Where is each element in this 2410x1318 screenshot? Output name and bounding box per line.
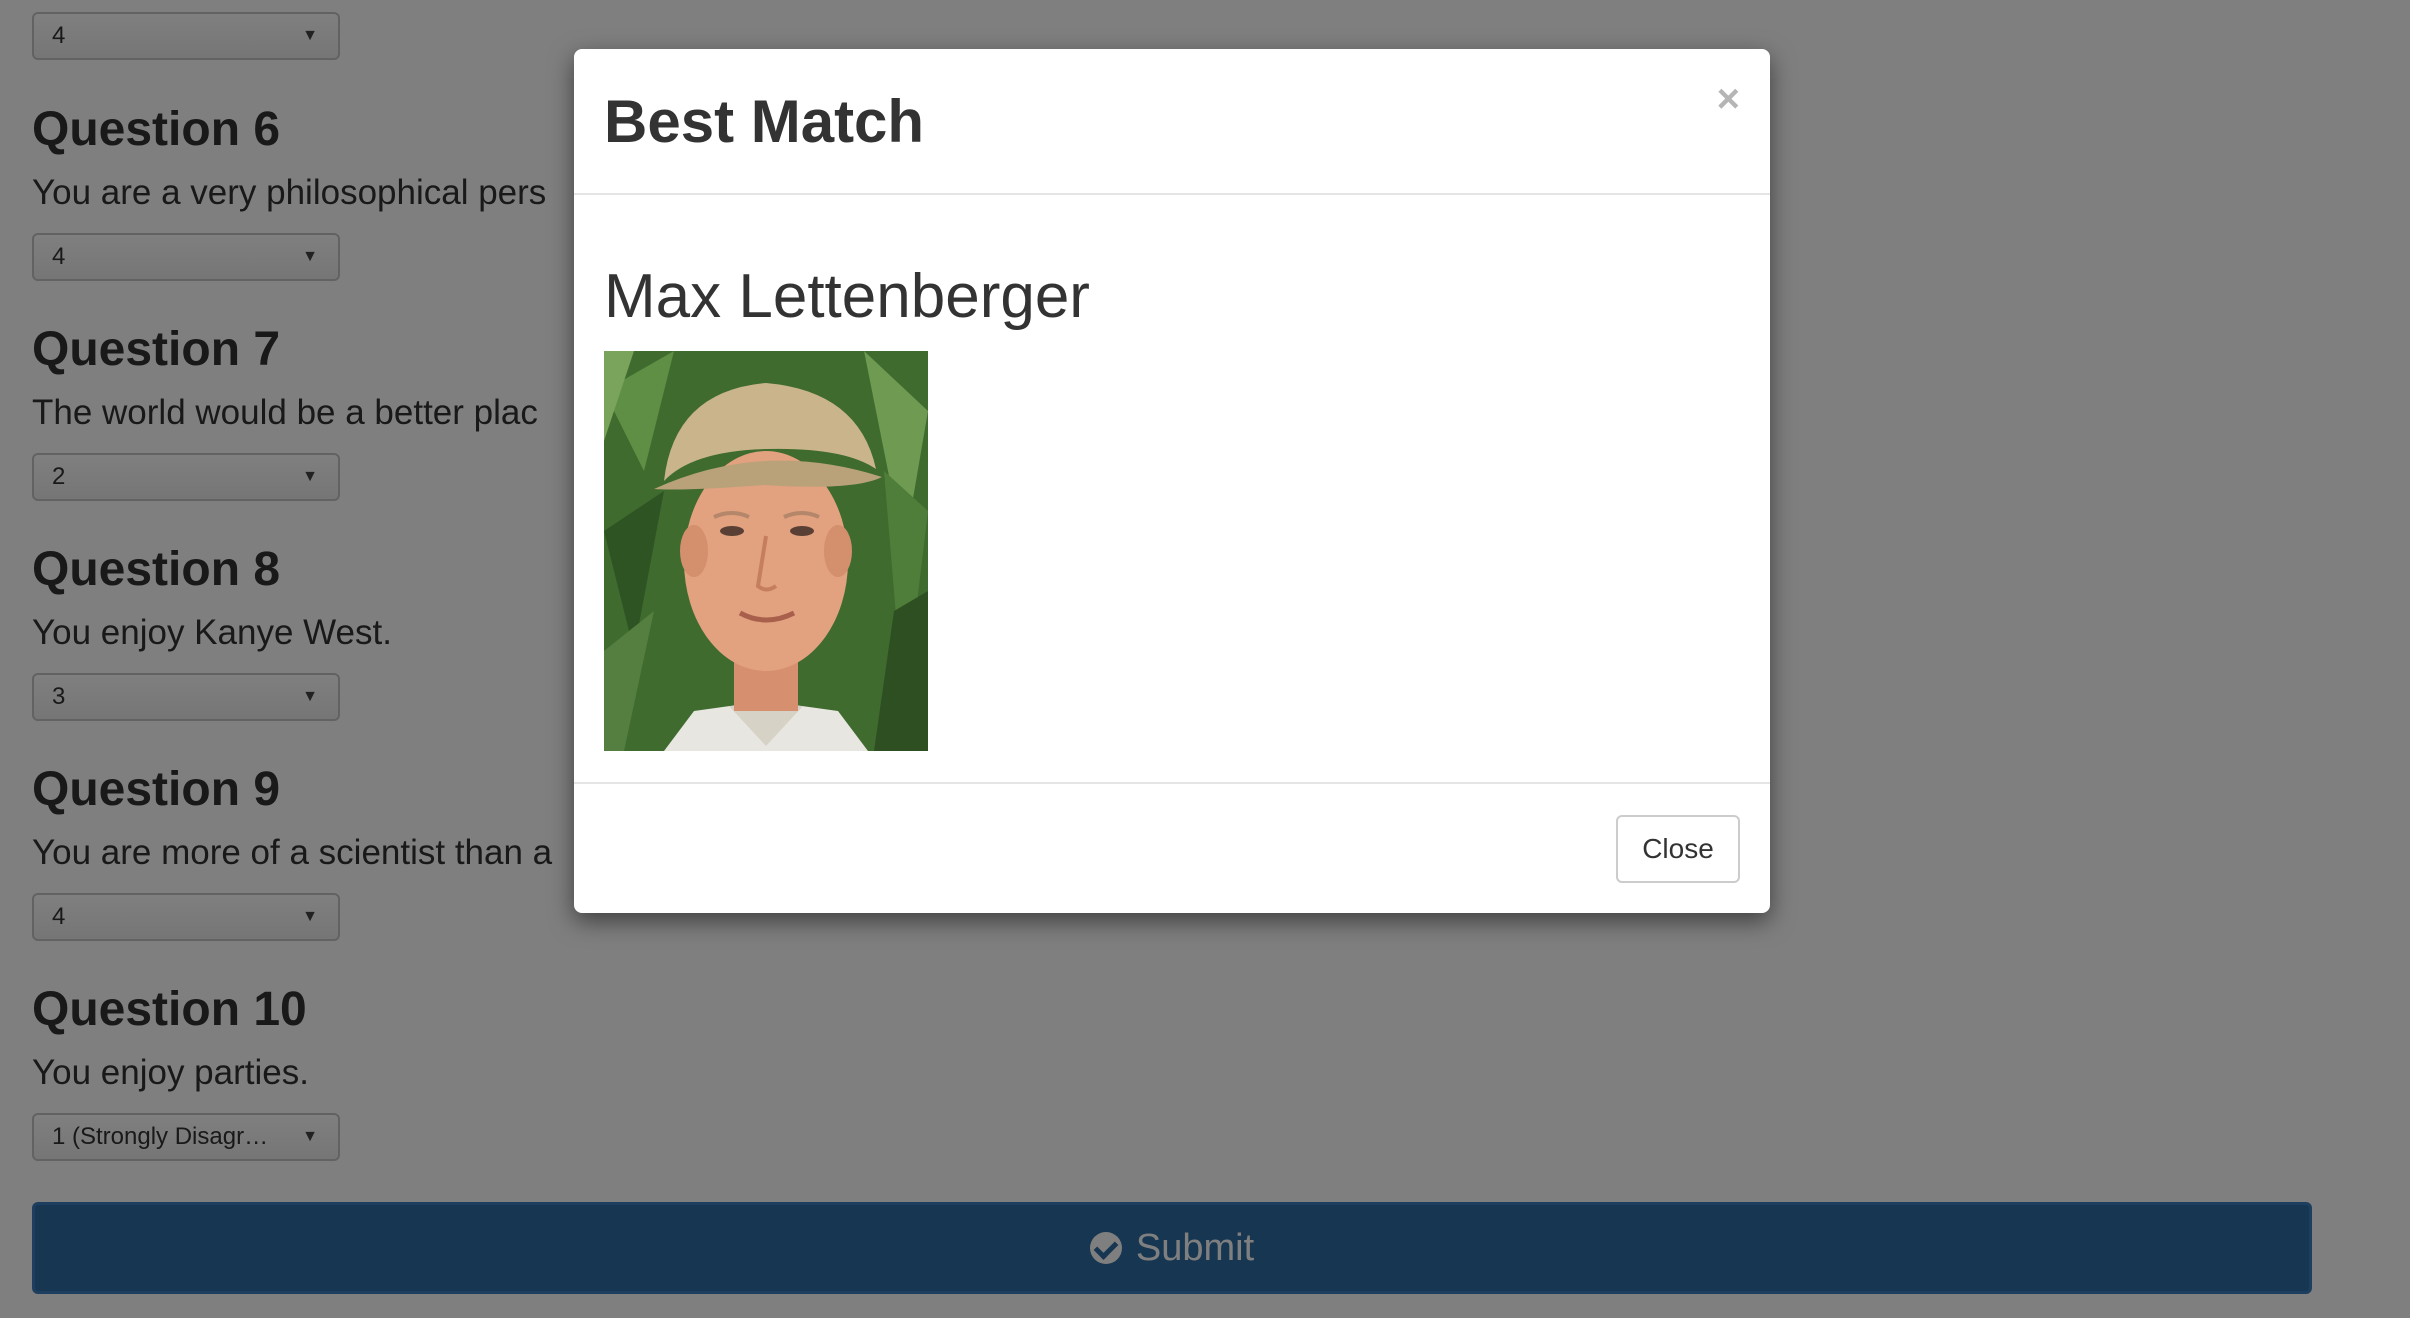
modal-footer-divider (574, 782, 1770, 784)
match-name: Max Lettenberger (604, 262, 1090, 331)
close-icon[interactable]: × (1717, 77, 1740, 121)
match-photo (604, 351, 928, 751)
modal-header: Best Match × (574, 49, 1770, 195)
close-button[interactable]: Close (1616, 815, 1740, 883)
best-match-modal: Best Match × Max Lettenberger Close (574, 49, 1770, 913)
modal-title: Best Match (604, 88, 925, 155)
